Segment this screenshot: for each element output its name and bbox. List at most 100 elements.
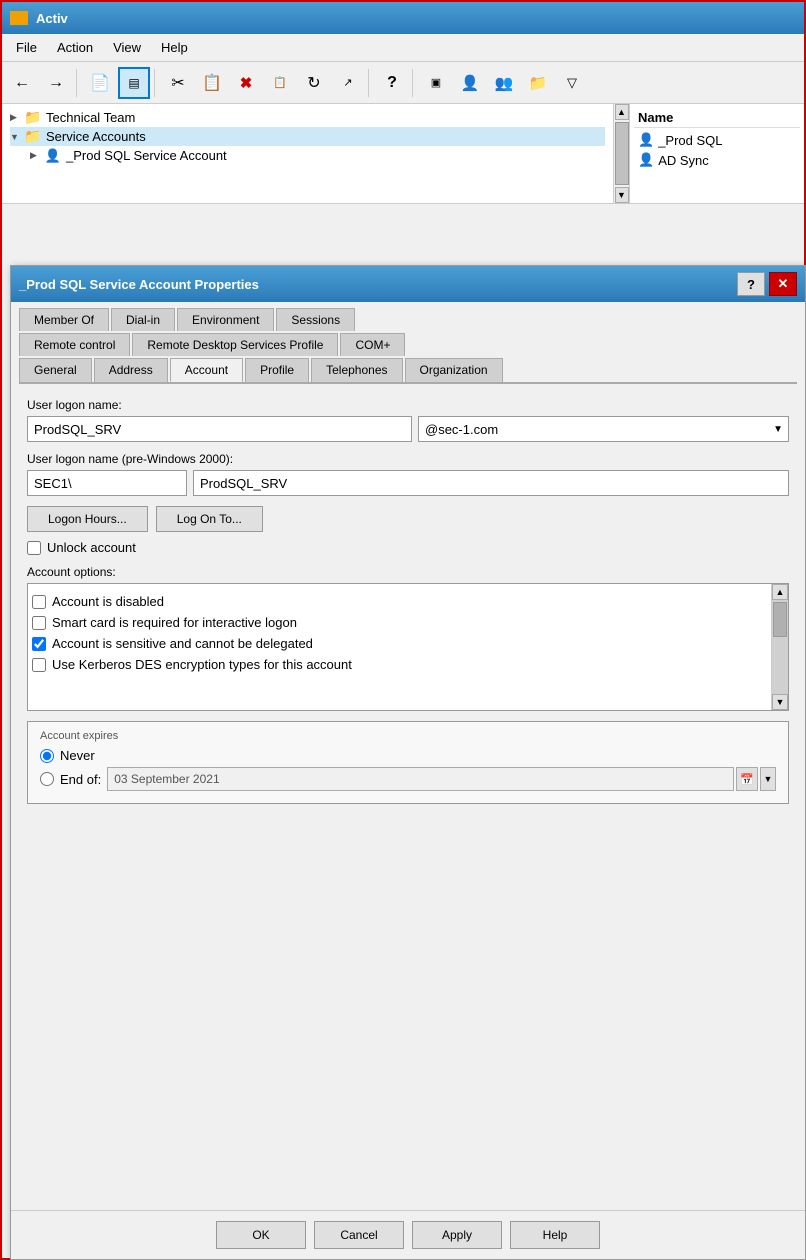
folder-icon: 📁: [24, 130, 42, 144]
tab-environment[interactable]: Environment: [177, 308, 274, 331]
tree-scrollbar: ▲ ▼: [613, 104, 629, 203]
option-disabled-label: Account is disabled: [52, 594, 164, 609]
tree-right-panel: Name 👤 _Prod SQL 👤 AD Sync: [629, 104, 804, 203]
user-logon-input[interactable]: [27, 416, 412, 442]
tree-item-service-accounts[interactable]: ▼ 📁 Service Accounts: [10, 127, 605, 146]
option-sensitive-label: Account is sensitive and cannot be deleg…: [52, 636, 313, 651]
tree-expand-arrow: ▼: [10, 132, 24, 142]
dialog-help-button[interactable]: ?: [737, 272, 765, 296]
tab-sessions[interactable]: Sessions: [276, 308, 355, 331]
dialog-title-buttons: ? ✕: [737, 272, 797, 296]
copy-button[interactable]: 📋: [196, 67, 228, 99]
pre-win2000-domain-input[interactable]: [27, 470, 187, 496]
export-button[interactable]: ↗: [332, 67, 364, 99]
app-icon: ■: [10, 11, 28, 25]
date-input[interactable]: [107, 767, 734, 791]
tab-rdp[interactable]: Remote Desktop Services Profile: [132, 333, 338, 356]
unlock-account-label: Unlock account: [47, 540, 136, 555]
dialog-close-button[interactable]: ✕: [769, 272, 797, 296]
open-button[interactable]: 📄: [84, 67, 116, 99]
ok-button[interactable]: OK: [216, 1221, 306, 1249]
pre-win2000-name-input[interactable]: [193, 470, 789, 496]
log-on-to-button[interactable]: Log On To...: [156, 506, 263, 532]
menu-view[interactable]: View: [103, 36, 151, 59]
tab-telephones[interactable]: Telephones: [311, 358, 402, 382]
tab-remote-control[interactable]: Remote control: [19, 333, 130, 356]
option-sensitive-checkbox[interactable]: [32, 637, 46, 651]
logon-hours-button[interactable]: Logon Hours...: [27, 506, 148, 532]
option-disabled-checkbox[interactable]: [32, 595, 46, 609]
option-kerberos-row: Use Kerberos DES encryption types for th…: [32, 657, 768, 672]
scroll-down-arrow[interactable]: ▼: [615, 187, 629, 203]
new-folder-button[interactable]: 📁: [522, 67, 554, 99]
options-scroll-thumb[interactable]: [773, 602, 787, 637]
account-options-container: Account is disabled Smart card is requir…: [27, 583, 789, 711]
tab-profile[interactable]: Profile: [245, 358, 309, 382]
menu-action[interactable]: Action: [47, 36, 103, 59]
tree-area: ▶ 📁 Technical Team ▼ 📁 Service Accounts …: [2, 104, 613, 203]
options-scrollbar: ▲ ▼: [771, 584, 788, 710]
date-dropdown-arrow[interactable]: ▼: [760, 767, 776, 791]
scroll-up-arrow[interactable]: ▲: [615, 104, 629, 120]
options-scroll-down[interactable]: ▼: [772, 694, 788, 710]
tab-member-of[interactable]: Member Of: [19, 308, 109, 331]
properties-button[interactable]: 📋: [264, 67, 296, 99]
option-smartcard-row: Smart card is required for interactive l…: [32, 615, 768, 630]
forward-button[interactable]: →: [40, 67, 72, 99]
account-options-section-label: Account options:: [27, 565, 789, 579]
tab-dial-in[interactable]: Dial-in: [111, 308, 175, 331]
right-panel-item-0[interactable]: 👤 _Prod SQL: [634, 130, 800, 150]
toolbar-sep-2: [154, 69, 158, 97]
cancel-button[interactable]: Cancel: [314, 1221, 404, 1249]
toolbar-sep-3: [368, 69, 372, 97]
back-button[interactable]: ←: [6, 67, 38, 99]
user-logon-label: User logon name:: [27, 398, 789, 412]
filter-button[interactable]: ▽: [556, 67, 588, 99]
dialog-title-bar: _Prod SQL Service Account Properties ? ✕: [11, 266, 805, 302]
never-label: Never: [60, 748, 95, 763]
user-icon: 👤: [638, 132, 654, 148]
logon-buttons-row: Logon Hours... Log On To...: [27, 506, 789, 532]
delete-button[interactable]: ✖: [230, 67, 262, 99]
tree-item-technical-team[interactable]: ▶ 📁 Technical Team: [10, 108, 605, 127]
folder-icon: 📁: [24, 111, 42, 125]
never-row: Never: [40, 748, 776, 763]
end-of-label: End of:: [60, 772, 101, 787]
tree-item-label: Service Accounts: [46, 129, 146, 144]
right-panel-item-1[interactable]: 👤 AD Sync: [634, 150, 800, 170]
options-scroll-up[interactable]: ▲: [772, 584, 788, 600]
tab-row-1: Member Of Dial-in Environment Sessions: [19, 308, 797, 331]
cut-button[interactable]: ✂: [162, 67, 194, 99]
tree-pane: ▶ 📁 Technical Team ▼ 📁 Service Accounts …: [2, 104, 804, 204]
domain-dropdown[interactable]: @sec-1.com: [418, 416, 789, 442]
console-button[interactable]: ▤: [118, 67, 150, 99]
new-user-button[interactable]: 👤: [454, 67, 486, 99]
help-button[interactable]: ?: [376, 67, 408, 99]
tab-com[interactable]: COM+: [340, 333, 405, 356]
tab-organization[interactable]: Organization: [405, 358, 503, 382]
tab-general[interactable]: General: [19, 358, 92, 382]
option-kerberos-checkbox[interactable]: [32, 658, 46, 672]
help-bottom-button[interactable]: Help: [510, 1221, 600, 1249]
never-radio[interactable]: [40, 749, 54, 763]
scroll-thumb[interactable]: [615, 122, 629, 185]
tab-address[interactable]: Address: [94, 358, 168, 382]
tree-item-prod-sql[interactable]: ▶ 👤 _Prod SQL Service Account: [10, 146, 605, 165]
unlock-account-checkbox[interactable]: [27, 541, 41, 555]
new-group-button[interactable]: 👥: [488, 67, 520, 99]
dialog-body: User logon name: @sec-1.com ▼ User logon…: [11, 384, 805, 1210]
menu-file[interactable]: File: [6, 36, 47, 59]
refresh-button[interactable]: ↻: [298, 67, 330, 99]
date-input-wrapper: 📅 ▼: [107, 767, 776, 791]
calendar-button[interactable]: 📅: [736, 767, 758, 791]
account-expires-box: Account expires Never End of: 📅 ▼: [27, 721, 789, 804]
end-of-radio[interactable]: [40, 772, 54, 786]
menu-help[interactable]: Help: [151, 36, 198, 59]
view-button[interactable]: ▣: [420, 67, 452, 99]
apply-button[interactable]: Apply: [412, 1221, 502, 1249]
tab-account[interactable]: Account: [170, 358, 243, 382]
dialog-title: _Prod SQL Service Account Properties: [19, 277, 737, 292]
window-title: Activ: [36, 11, 796, 26]
pre-win2000-row: [27, 470, 789, 496]
option-smartcard-checkbox[interactable]: [32, 616, 46, 630]
